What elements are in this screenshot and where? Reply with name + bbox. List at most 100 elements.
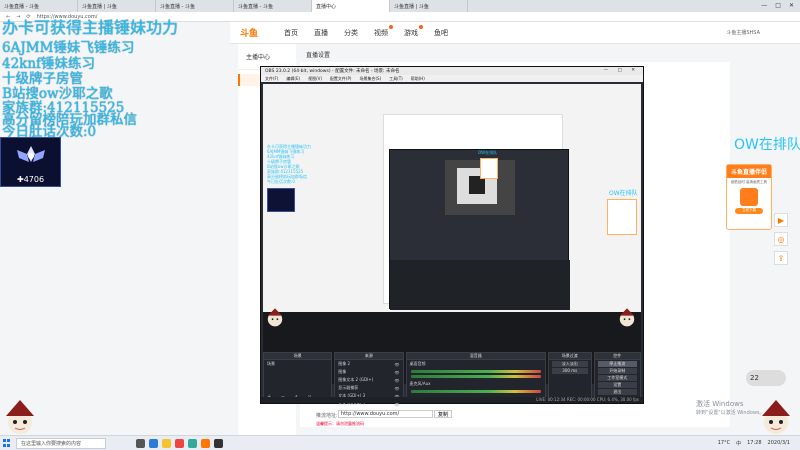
menu-view[interactable]: 视图(V) <box>308 76 322 81</box>
ime-indicator[interactable]: 中 <box>736 440 741 447</box>
scene-item[interactable]: 场景 <box>264 360 331 368</box>
start-recording-button[interactable]: 开始录制 <box>597 368 637 374</box>
scenes-header: 场景 <box>264 353 332 360</box>
browser-tab-active[interactable]: 直播中心 <box>312 0 390 12</box>
copy-button[interactable]: 复制 <box>434 410 452 418</box>
overlay-title: 办卡可获得主播锤妹功力 <box>2 18 179 37</box>
mixer-channel-label: 桌面音频 <box>409 361 426 366</box>
mascot-icon <box>267 308 283 327</box>
mini-rank-badge <box>267 188 295 212</box>
nav-category[interactable]: 分类 <box>344 28 358 38</box>
browser-tab[interactable]: 斗鱼直播 - 斗鱼 <box>0 0 78 12</box>
studio-mode-button[interactable]: 工作室模式 <box>597 375 637 381</box>
controls-dock: 控件 停止推流 开始录制 工作室模式 设置 退出 <box>593 352 641 402</box>
menu-edit[interactable]: 编辑(E) <box>286 76 300 81</box>
taskbar-apps <box>136 438 223 448</box>
transition-duration[interactable]: 300 ms <box>551 368 588 374</box>
play-icon[interactable]: ▶ <box>774 213 788 227</box>
obs-title-bar: OBS 23.0.2 (64-bit, windows) - 配置文件: 未命名… <box>261 67 643 75</box>
menu-profile[interactable]: 配置文件(P) <box>330 76 352 81</box>
edge-icon[interactable] <box>149 438 158 448</box>
douyu-logo[interactable]: 斗鱼 <box>240 26 258 39</box>
chrome-icon[interactable] <box>175 438 184 448</box>
eye-icon[interactable]: 👁 <box>394 362 399 367</box>
source-item[interactable]: 图像文本 2 (GDI+) 👁 <box>335 376 402 384</box>
nav-game-label: 游戏 <box>404 28 419 37</box>
mixer-channel-label: 麦克风/Aux <box>409 381 431 386</box>
menu-scene-collection[interactable]: 场景集合(S) <box>359 76 381 81</box>
nav-game[interactable]: 游戏 <box>404 24 424 38</box>
eye-icon[interactable]: 👁 <box>394 378 399 383</box>
settings-button[interactable]: 设置 <box>597 382 637 388</box>
clock-date[interactable]: 2020/3/1 <box>768 440 790 447</box>
mixer-dock: 混音器 桌面音频 麦克风/Aux <box>405 352 546 402</box>
close-button[interactable]: ✕ <box>789 2 794 10</box>
stop-streaming-button[interactable]: 停止推流 <box>597 361 637 367</box>
maximize-button[interactable]: □ <box>775 2 781 10</box>
menu-help[interactable]: 帮助(H) <box>411 76 425 81</box>
push-url-label: 推流地址: <box>316 413 338 419</box>
windows-start-icon[interactable] <box>0 436 14 450</box>
source-label: 图像文本 2 (GDI+) <box>338 377 374 382</box>
obs-icon[interactable] <box>214 438 223 448</box>
browser-tab-bar: 斗鱼直播 - 斗鱼 斗鱼直播 | 斗鱼 斗鱼直播 - 斗鱼 斗鱼直播 - 斗鱼 … <box>0 0 800 12</box>
obs-window-controls[interactable]: — □ ✕ <box>604 68 639 74</box>
rank-badge: ✚4706 <box>0 137 61 187</box>
menu-file[interactable]: 文件(F) <box>265 76 278 81</box>
clock-time[interactable]: 17:28 <box>747 440 761 447</box>
ow-queue-text: OW在排队 <box>734 137 800 153</box>
promo-download-button[interactable]: 立即下载 <box>735 208 763 214</box>
mini-promo-card <box>607 199 637 235</box>
promo-title: 斗鱼直播伴侣 <box>727 165 771 178</box>
eye-icon[interactable]: 👁 <box>394 386 399 391</box>
nav-fishbar[interactable]: 鱼吧 <box>434 28 448 38</box>
share-icon[interactable]: ⇪ <box>774 251 788 265</box>
folder-icon[interactable] <box>162 438 171 448</box>
browser-tab[interactable]: 斗鱼直播 | 斗鱼 <box>390 0 468 12</box>
nav-video-label: 视频 <box>374 28 389 37</box>
camera-icon[interactable]: ◎ <box>774 232 788 246</box>
mascot-icon <box>6 400 34 434</box>
source-item[interactable]: 图像 👁 <box>335 368 402 376</box>
obs-title: OBS 23.0.2 (64-bit, windows) - 配置文件: 未命名… <box>265 69 400 74</box>
browser-tab[interactable]: 斗鱼直播 | 斗鱼 <box>78 0 156 12</box>
mini-overlay-line: 今日肚话次数:0 <box>267 179 295 184</box>
volume-meter[interactable] <box>410 390 541 393</box>
controls-header: 控件 <box>594 353 640 360</box>
obs-docks: 场景 场景 + − ∧ ∨ 来源 图像 2 👁 图像 👁 图像文本 2 (GDI+)… <box>263 352 641 407</box>
obs-preview[interactable]: 办卡可获得主播锤妹功力 6AJMM锤妹飞锤练习 42knf锤妹练习 十级牌子房管… <box>263 84 641 384</box>
notification-dot <box>419 24 424 29</box>
source-item[interactable]: 图像 2 👁 <box>335 360 402 368</box>
transitions-dock: 场景过渡 淡入淡出 300 ms <box>547 352 592 402</box>
douyu-icon[interactable] <box>201 438 210 448</box>
user-name[interactable]: 斗鱼主播SHSA <box>726 29 760 36</box>
douyu-top-nav: 斗鱼 首页 直播 分类 视频 游戏 鱼吧 斗鱼主播SHSA <box>230 22 800 44</box>
source-item[interactable]: 显示器捕获 👁 <box>335 384 402 392</box>
taskbar-search-input[interactable]: 在这里输入你要搜索的内容 <box>16 437 106 449</box>
system-tray: 17°C 中 17:28 2020/3/1 <box>718 440 800 447</box>
eye-icon[interactable]: 👁 <box>394 370 399 375</box>
menu-tools[interactable]: 工具(T) <box>389 76 403 81</box>
promo-card[interactable]: 斗鱼直播伴侣 超低延时 高清画质工具 立即下载 <box>726 164 772 230</box>
content-title: 直播设置 <box>306 52 331 59</box>
volume-meter[interactable] <box>410 375 541 378</box>
exit-button[interactable]: 退出 <box>597 389 637 395</box>
mini-promo-card-2 <box>480 158 498 179</box>
transition-select[interactable]: 淡入淡出 <box>551 361 588 367</box>
volume-meter[interactable] <box>410 370 541 373</box>
push-url-input[interactable]: http://www.douyu.com/ <box>338 410 433 418</box>
nav-home[interactable]: 首页 <box>284 28 298 38</box>
browser-tab[interactable]: 斗鱼直播 - 斗鱼 <box>156 0 234 12</box>
minimize-button[interactable]: — <box>761 2 767 10</box>
notification-dot <box>389 24 394 29</box>
browser-tab[interactable]: 斗鱼直播 - 斗鱼 <box>234 0 312 12</box>
source-label: 图像 <box>338 369 347 374</box>
nav-live[interactable]: 直播 <box>314 28 328 38</box>
nested-obs-docks <box>390 260 570 310</box>
transitions-header: 场景过渡 <box>548 353 591 360</box>
app-icon[interactable] <box>188 438 197 448</box>
windows-taskbar: 在这里输入你要搜索的内容 17°C 中 17:28 2020/3/1 <box>0 435 800 450</box>
grandmaster-icon <box>17 146 45 162</box>
task-view-icon[interactable] <box>136 438 145 448</box>
nav-video[interactable]: 视频 <box>374 24 394 38</box>
